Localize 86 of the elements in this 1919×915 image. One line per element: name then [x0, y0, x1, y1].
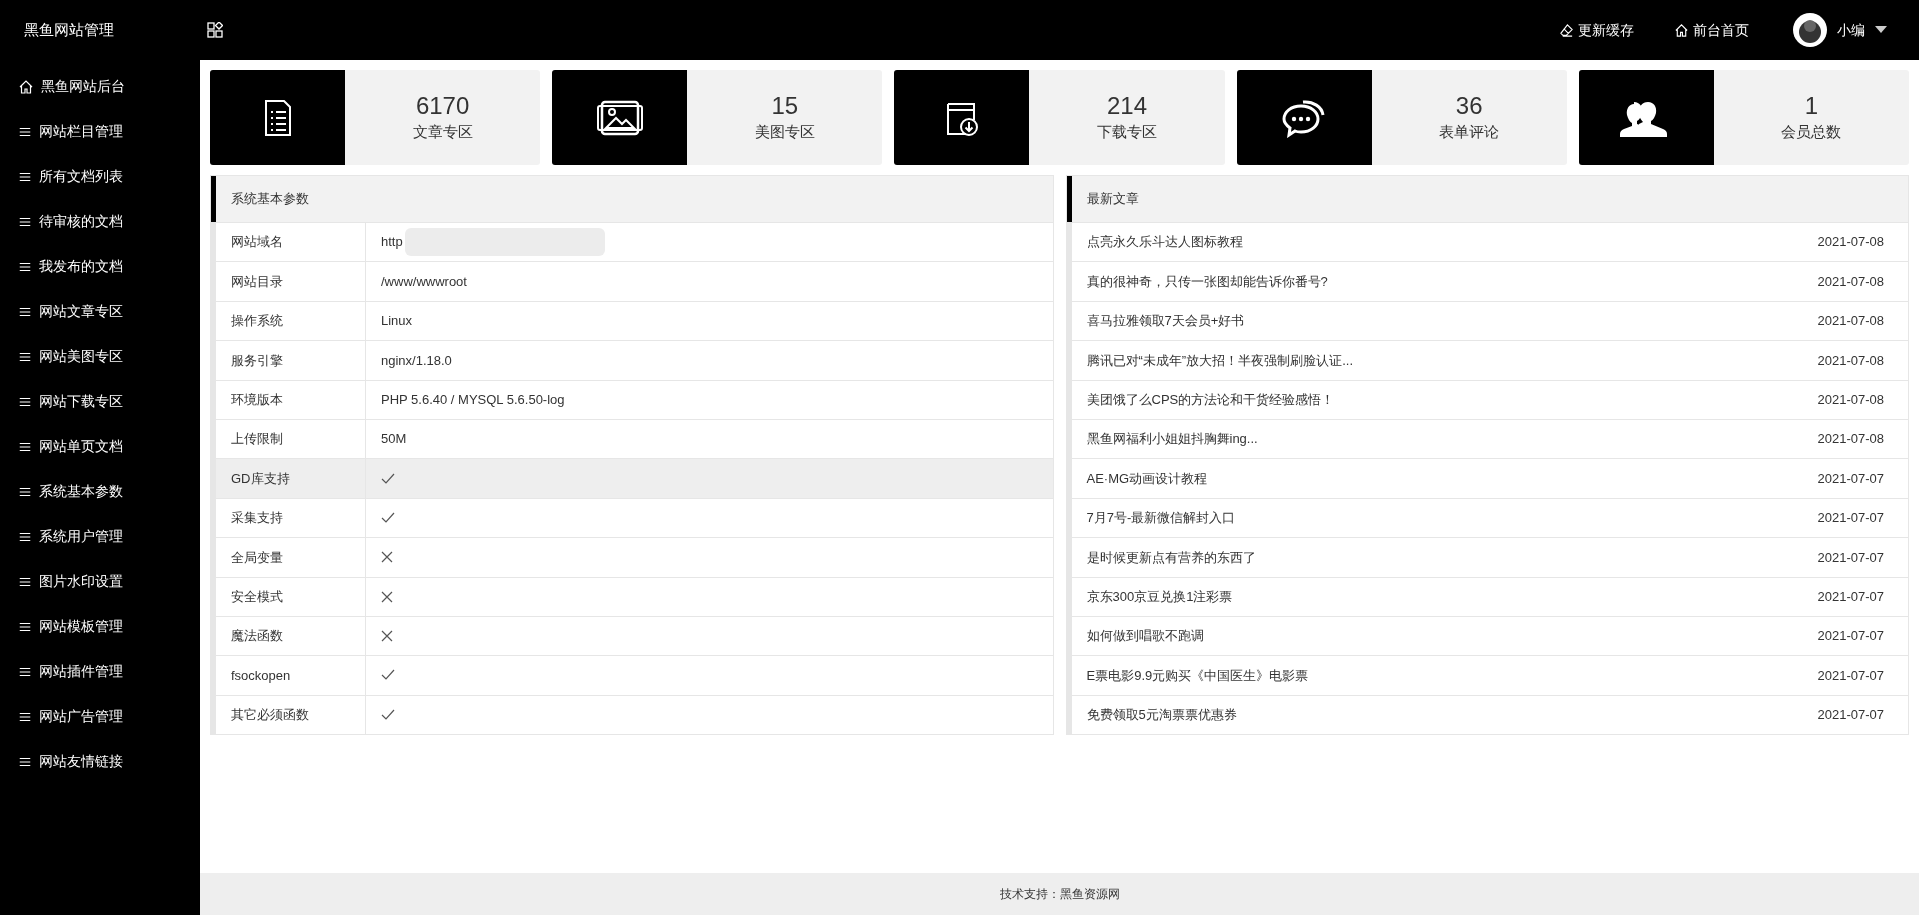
param-label: 环境版本	[216, 380, 366, 419]
param-label: 其它必须函数	[216, 695, 366, 735]
sidebar-item[interactable]: 网站广告管理	[0, 694, 200, 739]
param-label: GD库支持	[216, 459, 366, 498]
grid-icon[interactable]	[207, 22, 223, 38]
sidebar-item[interactable]: 所有文档列表	[0, 154, 200, 199]
article-date: 2021-07-07	[1817, 469, 1884, 488]
article-date: 2021-07-07	[1817, 706, 1884, 725]
article-date: 2021-07-08	[1817, 272, 1884, 291]
home-icon	[18, 78, 34, 95]
param-value: Linux	[381, 312, 413, 331]
brand-title: 黑鱼网站管理	[24, 19, 114, 40]
stat-label: 会员总数	[1781, 122, 1842, 143]
check-icon	[381, 472, 395, 485]
stat-value: 6170	[415, 91, 470, 122]
sidebar-item[interactable]: 系统基本参数	[0, 469, 200, 514]
param-value: nginx/1.18.0	[381, 351, 452, 370]
article-date: 2021-07-08	[1817, 312, 1884, 331]
sidebar-item[interactable]: 网站插件管理	[0, 649, 200, 694]
home-icon	[1674, 22, 1689, 38]
panel-title: 最新文章	[1086, 190, 1139, 209]
param-value: 50M	[381, 430, 407, 449]
topbar-link[interactable]: 前台首页	[1674, 19, 1749, 41]
param-value: PHP 5.6.40 / MYSQL 5.6.50-log	[381, 391, 565, 409]
eraser-icon	[1559, 22, 1574, 38]
param-label: 服务引擎	[216, 341, 366, 380]
sidebar-item[interactable]: 网站友情链接	[0, 739, 200, 784]
param-label: fsockopen	[216, 656, 366, 695]
dropdown-caret-icon[interactable]	[1875, 26, 1887, 34]
sidebar-item[interactable]: 网站模板管理	[0, 604, 200, 649]
stat-value: 1	[1804, 91, 1819, 122]
article-link[interactable]: 腾讯已对“未成年”放大招！半夜强制刷脸认证...	[1086, 350, 1353, 371]
stat-label: 表单评论	[1439, 122, 1500, 143]
panel-title: 系统基本参数	[231, 190, 309, 209]
cross-icon	[381, 630, 393, 643]
param-label: 安全模式	[216, 577, 366, 616]
stat-label: 下载专区	[1097, 122, 1157, 143]
param-value: http	[381, 233, 403, 252]
article-link[interactable]: 7月7号-最新微信解封入口	[1086, 508, 1236, 528]
check-icon	[381, 511, 395, 524]
sidebar-item[interactable]: 网站栏目管理	[0, 109, 200, 154]
param-label: 网站目录	[216, 262, 366, 301]
sidebar-item[interactable]: 网站美图专区	[0, 334, 200, 379]
footer-text: 技术支持：黑鱼资源网	[999, 886, 1120, 903]
sidebar-item[interactable]: 系统用户管理	[0, 514, 200, 559]
article-date: 2021-07-08	[1817, 351, 1884, 370]
article-link[interactable]: 喜马拉雅领取7天会员+好书	[1086, 311, 1245, 331]
article-link[interactable]: E票电影9.9元购买《中国医生》电影票	[1086, 665, 1309, 686]
article-link[interactable]: 真的很神奇，只传一张图却能告诉你番号?	[1086, 271, 1328, 292]
article-date: 2021-07-08	[1817, 391, 1884, 409]
article-date: 2021-07-07	[1817, 666, 1884, 685]
user-name[interactable]: 小编	[1837, 19, 1865, 41]
sidebar-item[interactable]: 网站下载专区	[0, 379, 200, 424]
article-link[interactable]: AE·MG动画设计教程	[1086, 468, 1208, 489]
param-value: /www/wwwroot	[381, 272, 467, 291]
article-link[interactable]: 点亮永久乐斗达人图标教程	[1086, 232, 1243, 252]
article-link[interactable]: 免费领取5元淘票票优惠券	[1086, 705, 1237, 725]
stat-value: 15	[771, 91, 799, 122]
article-date: 2021-07-07	[1817, 627, 1884, 646]
article-link[interactable]: 美团饿了么CPS的方法论和干货经验感悟！	[1086, 390, 1335, 410]
article-link[interactable]: 是时候更新点有营养的东西了	[1086, 547, 1256, 568]
cross-icon	[381, 590, 393, 603]
cross-icon	[381, 551, 393, 564]
sidebar-item[interactable]: 黑鱼网站后台	[0, 64, 200, 109]
param-label: 全局变量	[216, 538, 366, 577]
sidebar-item[interactable]: 网站单页文档	[0, 424, 200, 469]
article-link[interactable]: 黑鱼网福利小姐姐抖胸舞ing...	[1086, 429, 1258, 449]
sidebar-item[interactable]: 待审核的文档	[0, 199, 200, 244]
stat-value: 36	[1455, 91, 1483, 122]
article-date: 2021-07-07	[1817, 587, 1884, 606]
topbar-link[interactable]: 更新缓存	[1559, 19, 1634, 41]
avatar[interactable]	[1793, 13, 1827, 47]
sidebar-item[interactable]: 图片水印设置	[0, 559, 200, 604]
stat-value: 214	[1106, 91, 1147, 122]
article-date: 2021-07-08	[1817, 233, 1884, 252]
article-link[interactable]: 京东300京豆兑换1注彩票	[1086, 586, 1233, 607]
check-icon	[381, 708, 395, 721]
stat-label: 美图专区	[754, 122, 815, 143]
article-date: 2021-07-08	[1817, 430, 1884, 449]
sidebar-item[interactable]: 我发布的文档	[0, 244, 200, 289]
article-date: 2021-07-07	[1817, 509, 1884, 528]
sidebar-item[interactable]: 网站文章专区	[0, 289, 200, 334]
article-date: 2021-07-07	[1817, 548, 1884, 567]
check-icon	[381, 669, 395, 682]
stat-label: 文章专区	[412, 122, 473, 143]
article-link[interactable]: 如何做到唱歌不跑调	[1086, 626, 1204, 646]
